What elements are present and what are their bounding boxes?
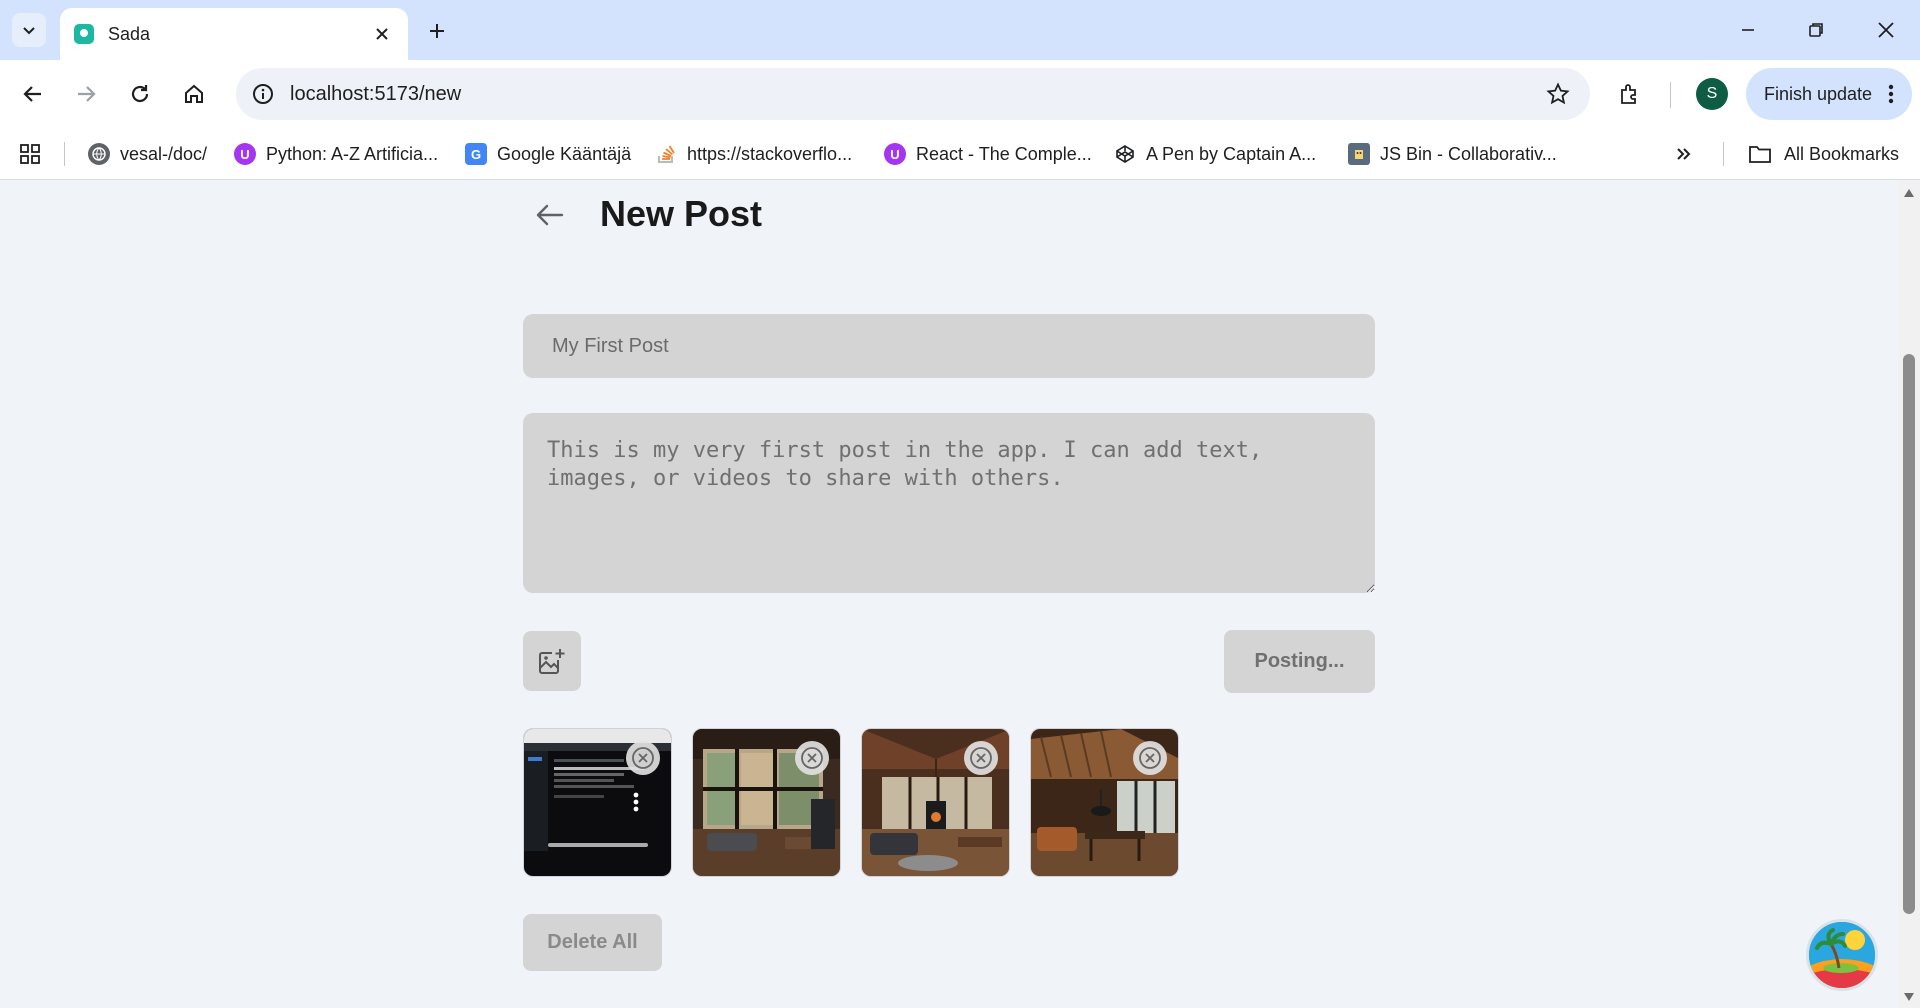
reload-icon[interactable] [122, 76, 158, 112]
page-scrollbar[interactable] [1898, 181, 1920, 1008]
toolbar-divider [1670, 82, 1671, 108]
media-thumbnails [523, 728, 1179, 877]
folder-icon [1748, 144, 1772, 164]
bookmark-codepen[interactable]: A Pen by Captain A... [1114, 138, 1316, 170]
close-circle-icon [801, 747, 823, 769]
translate-icon: G [465, 143, 487, 165]
bookmark-python[interactable]: U Python: A-Z Artificia... [234, 138, 438, 170]
remove-thumbnail-button[interactable] [795, 741, 829, 775]
bookmark-jsbin[interactable]: JS Bin - Collaborativ... [1348, 138, 1557, 170]
remove-thumbnail-button[interactable] [626, 741, 660, 775]
minimize-icon[interactable] [1728, 12, 1768, 48]
delete-all-button[interactable]: Delete All [523, 914, 662, 971]
extensions-icon[interactable] [1610, 74, 1650, 114]
app-favicon-icon [74, 24, 94, 44]
app-logo-button[interactable] [1806, 919, 1878, 991]
udemy-icon: U [884, 143, 906, 165]
bookmark-label: JS Bin - Collaborativ... [1380, 143, 1557, 164]
scroll-up-icon[interactable] [1903, 187, 1915, 199]
remove-thumbnail-button[interactable] [1133, 741, 1167, 775]
palm-island-icon [1809, 922, 1875, 988]
image-add-icon [539, 649, 565, 674]
bookmarks-bar: vesal-/doc/ U Python: A-Z Artificia... G… [0, 128, 1920, 180]
chevron-down-icon [23, 27, 35, 35]
cabin-fireplace-thumbnail[interactable] [861, 728, 1010, 877]
finish-update-button[interactable]: Finish update [1746, 68, 1912, 120]
post-title-input[interactable] [523, 314, 1375, 378]
browser-toolbar: localhost:5173/new S Finish update [0, 60, 1920, 128]
all-bookmarks-button[interactable]: All Bookmarks [1748, 138, 1899, 170]
tab-title: Sada [108, 23, 151, 44]
post-button[interactable]: Posting... [1224, 630, 1375, 693]
bookmarks-overflow-icon[interactable] [1670, 140, 1698, 168]
new-tab-plus-icon[interactable] [420, 14, 454, 48]
screenshot-thumbnail[interactable] [523, 728, 672, 877]
more-vertical-icon [1888, 84, 1894, 104]
scrollbar-thumb[interactable] [1903, 354, 1915, 914]
remove-thumbnail-button[interactable] [964, 741, 998, 775]
page-title: New Post [600, 193, 763, 234]
tab-close-icon[interactable] [370, 22, 394, 46]
jsbin-icon [1348, 143, 1370, 165]
url-text[interactable]: localhost:5173/new [290, 83, 1538, 106]
bookmark-separator [64, 142, 65, 166]
close-circle-icon [632, 747, 654, 769]
address-bar[interactable]: localhost:5173/new [236, 68, 1590, 120]
bookmark-label: A Pen by Captain A... [1146, 143, 1317, 164]
close-circle-icon [1139, 747, 1161, 769]
bookmark-label: vesal-/doc/ [120, 143, 208, 164]
post-body-textarea[interactable] [523, 413, 1375, 593]
all-bookmarks-label: All Bookmarks [1784, 143, 1900, 164]
bookmark-star-icon[interactable] [1538, 74, 1578, 114]
close-circle-icon [970, 747, 992, 769]
apps-grid-icon[interactable] [16, 140, 44, 168]
tab-strip: Sada [0, 0, 1920, 60]
bookmark-separator [1723, 142, 1724, 166]
home-icon[interactable] [176, 76, 212, 112]
bookmark-label: React - The Comple... [916, 143, 1092, 164]
tab-search-button[interactable] [12, 13, 46, 47]
back-arrow-icon[interactable] [530, 195, 570, 235]
restore-icon[interactable] [1796, 12, 1836, 48]
udemy-icon: U [234, 143, 256, 165]
globe-icon [88, 143, 110, 165]
bookmark-google-translate[interactable]: G Google Kääntäjä [465, 138, 631, 170]
stackoverflow-icon [655, 143, 677, 165]
cabin-window-thumbnail[interactable] [692, 728, 841, 877]
cabin-dining-thumbnail[interactable] [1030, 728, 1179, 877]
page-viewport: New Post Posting... [0, 181, 1898, 1008]
add-media-button[interactable] [523, 631, 581, 691]
scroll-down-icon[interactable] [1903, 991, 1915, 1003]
bookmark-label: Python: A-Z Artificia... [266, 143, 439, 164]
bookmark-vesal[interactable]: vesal-/doc/ [88, 138, 207, 170]
codepen-icon [1114, 143, 1136, 165]
bookmark-stackoverflow[interactable]: https://stackoverflo... [655, 138, 852, 170]
bookmark-react[interactable]: U React - The Comple... [884, 138, 1092, 170]
bookmark-label: Google Kääntäjä [497, 143, 632, 164]
site-info-icon[interactable] [248, 79, 278, 109]
back-icon[interactable] [15, 76, 51, 112]
forward-icon[interactable] [68, 76, 104, 112]
close-window-icon[interactable] [1866, 12, 1906, 48]
bookmark-label: https://stackoverflo... [687, 143, 853, 164]
finish-update-label: Finish update [1764, 83, 1873, 104]
active-tab[interactable]: Sada [60, 8, 408, 60]
profile-avatar[interactable]: S [1696, 78, 1728, 110]
